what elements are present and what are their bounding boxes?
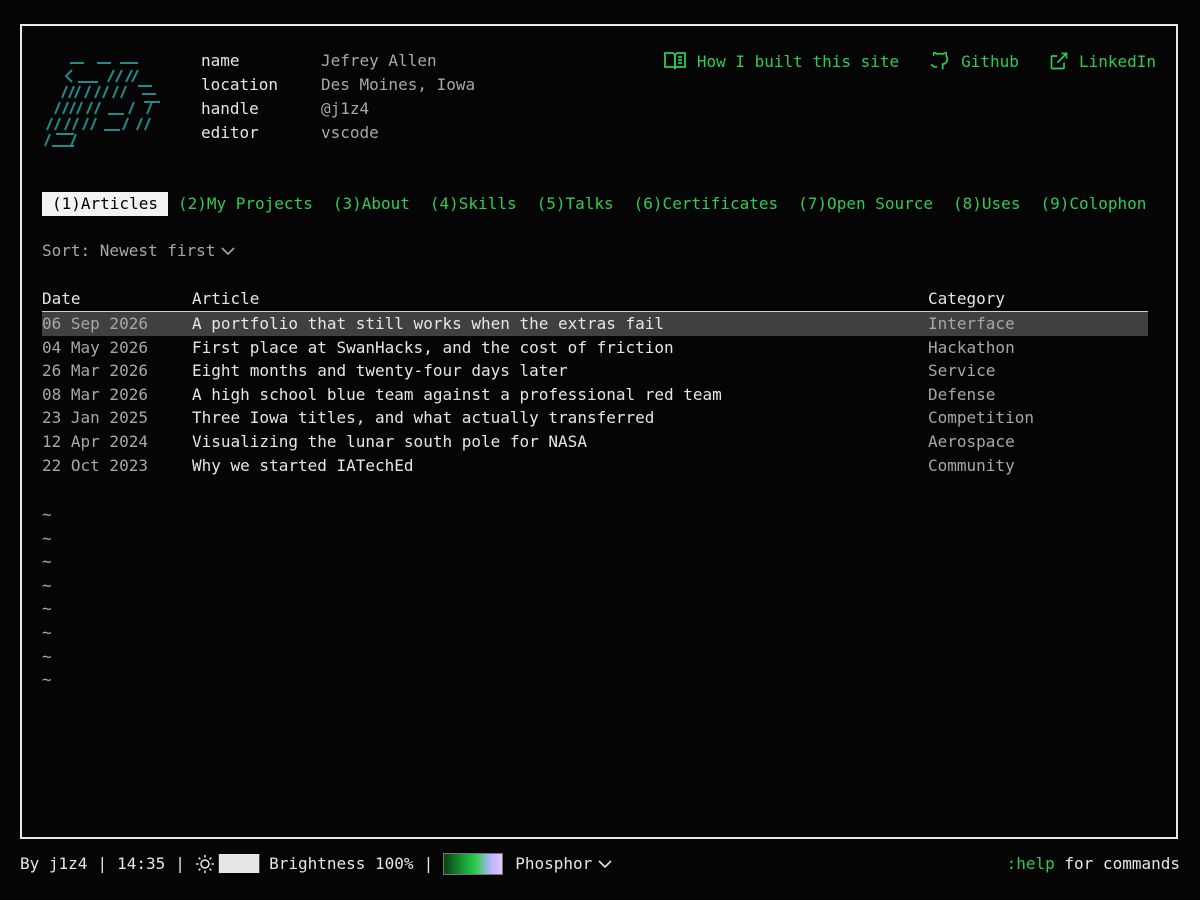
table-row[interactable]: 12 Apr 2024 Visualizing the lunar south … bbox=[42, 430, 1148, 454]
row-category: Defense bbox=[928, 384, 996, 404]
row-date: 06 Sep 2026 bbox=[42, 314, 148, 333]
table-row[interactable]: 26 Mar 2026 Eight months and twenty-four… bbox=[42, 359, 1148, 383]
separator: | bbox=[423, 854, 434, 873]
github-icon bbox=[930, 51, 949, 70]
profile-key: name bbox=[201, 51, 240, 70]
separator: | bbox=[175, 854, 185, 873]
brightness-label: Brightness 100% bbox=[269, 854, 414, 873]
brightness-control[interactable]: █████ Brightness 100% bbox=[195, 852, 414, 876]
tab-skills[interactable]: (4)Skills bbox=[420, 192, 527, 216]
row-article: Visualizing the lunar south pole for NAS… bbox=[192, 431, 587, 451]
chevron-down-icon bbox=[598, 860, 612, 869]
tab-about[interactable]: (3)About bbox=[323, 192, 420, 216]
brightness-bars: █████ bbox=[218, 854, 259, 873]
github-link[interactable]: Github bbox=[929, 50, 1019, 72]
tilde-line: ~ bbox=[42, 670, 52, 690]
empty-buffer-lines: ~ ~ ~ ~ ~ ~ ~ ~ bbox=[42, 503, 52, 692]
header-article[interactable]: Article bbox=[192, 287, 928, 311]
row-category: Competition bbox=[928, 408, 1034, 428]
row-category: Interface bbox=[928, 314, 1015, 333]
row-article: Why we started IATechEd bbox=[192, 455, 414, 475]
profile-row-editor: editor vscode bbox=[201, 121, 475, 145]
linkedin-link[interactable]: LinkedIn bbox=[1049, 51, 1156, 71]
row-article: A portfolio that still works when the ex… bbox=[192, 314, 665, 333]
profile-value: @j1z4 bbox=[321, 99, 370, 118]
tilde-line: ~ bbox=[42, 552, 52, 572]
help-hint: :help for commands bbox=[1007, 852, 1180, 876]
row-article: Eight months and twenty-four days later bbox=[192, 361, 568, 381]
table-row[interactable]: 08 Mar 2026 A high school blue team agai… bbox=[42, 383, 1148, 407]
row-category: Community bbox=[928, 455, 1015, 475]
tab-uses[interactable]: (8)Uses bbox=[943, 192, 1030, 216]
tilde-line: ~ bbox=[42, 528, 52, 548]
status-bar: By j1z4 | 14:35 | █████ Brightness 100% … bbox=[20, 852, 1180, 876]
tab-my-projects[interactable]: (2)My Projects bbox=[168, 192, 323, 216]
row-date: 26 Mar 2026 bbox=[42, 361, 148, 381]
link-label: LinkedIn bbox=[1078, 51, 1156, 71]
header-category[interactable]: Category bbox=[928, 287, 1148, 311]
theme-label: Phosphor bbox=[515, 854, 593, 873]
row-category: Aerospace bbox=[928, 431, 1015, 451]
profile-value: Des Moines, Iowa bbox=[321, 75, 476, 94]
row-article: First place at SwanHacks, and the cost o… bbox=[192, 337, 674, 357]
table-row[interactable]: 04 May 2026 First place at SwanHacks, an… bbox=[42, 336, 1148, 360]
header-date[interactable]: Date bbox=[42, 287, 192, 311]
help-command[interactable]: :help bbox=[1007, 854, 1055, 873]
separator: | bbox=[97, 854, 108, 873]
row-date: 22 Oct 2023 bbox=[42, 455, 148, 475]
tab-talks[interactable]: (5)Talks bbox=[527, 192, 624, 216]
profile-row-location: location Des Moines, Iowa bbox=[201, 73, 475, 97]
profile-row-handle: handle @j1z4 bbox=[201, 97, 475, 121]
header-links: How I built this site Github LinkedIn bbox=[663, 49, 1156, 73]
row-category: Service bbox=[928, 361, 996, 381]
profile-key: location bbox=[201, 75, 279, 94]
link-label: Github bbox=[961, 51, 1019, 71]
theme-swatch[interactable] bbox=[443, 853, 504, 875]
link-label: How I built this site bbox=[696, 51, 900, 71]
profile-info: name Jefrey Allen location Des Moines, I… bbox=[201, 49, 475, 145]
row-category: Hackathon bbox=[928, 337, 1015, 357]
sort-dropdown[interactable]: Sort: Newest first bbox=[42, 239, 235, 263]
tab-open-source[interactable]: (7)Open Source bbox=[788, 192, 943, 216]
book-open-icon bbox=[663, 52, 686, 70]
profile-value: Jefrey Allen bbox=[321, 51, 437, 70]
tilde-line: ~ bbox=[42, 622, 52, 642]
profile-key: handle bbox=[201, 99, 259, 118]
tilde-line: ~ bbox=[42, 599, 52, 619]
status-left: By j1z4 | 14:35 | █████ Brightness 100% … bbox=[20, 852, 612, 876]
chevron-down-icon bbox=[221, 247, 235, 256]
articles-table: Date Article Category 06 Sep 2026 A port… bbox=[42, 287, 1148, 477]
clock: 14:35 bbox=[117, 854, 166, 873]
row-article: A high school blue team against a profes… bbox=[192, 384, 722, 404]
row-date: 08 Mar 2026 bbox=[42, 384, 148, 404]
tab-colophon[interactable]: (9)Colophon bbox=[1030, 192, 1156, 216]
row-date: 04 May 2026 bbox=[42, 337, 148, 357]
table-header: Date Article Category bbox=[42, 287, 1148, 312]
table-row[interactable]: 06 Sep 2026 A portfolio that still works… bbox=[42, 312, 1148, 336]
tab-certificates[interactable]: (6)Certificates bbox=[624, 192, 789, 216]
sort-label: Sort: Newest first bbox=[42, 241, 216, 260]
author-label: By j1z4 bbox=[20, 854, 88, 873]
sun-icon bbox=[195, 855, 214, 873]
how-i-built-link[interactable]: How I built this site bbox=[663, 51, 899, 71]
row-article: Three Iowa titles, and what actually tra… bbox=[192, 408, 655, 428]
theme-dropdown[interactable]: Phosphor bbox=[515, 852, 612, 876]
profile-key: editor bbox=[201, 123, 259, 142]
tilde-line: ~ bbox=[42, 646, 52, 666]
external-link-icon bbox=[1050, 52, 1068, 70]
terminal-window: name Jefrey Allen location Des Moines, I… bbox=[20, 24, 1178, 839]
row-date: 12 Apr 2024 bbox=[42, 431, 148, 451]
ascii-logo bbox=[44, 62, 160, 147]
tilde-line: ~ bbox=[42, 505, 52, 524]
row-date: 23 Jan 2025 bbox=[42, 408, 148, 428]
tilde-line: ~ bbox=[42, 575, 52, 595]
tab-articles[interactable]: (1)Articles bbox=[42, 192, 168, 216]
help-text: for commands bbox=[1054, 854, 1180, 873]
table-row[interactable]: 22 Oct 2023 Why we started IATechEd Comm… bbox=[42, 454, 1148, 478]
table-row[interactable]: 23 Jan 2025 Three Iowa titles, and what … bbox=[42, 406, 1148, 430]
tab-bar: (1)Articles (2)My Projects (3)About (4)S… bbox=[42, 192, 1158, 216]
profile-row-name: name Jefrey Allen bbox=[201, 49, 475, 73]
profile-value: vscode bbox=[321, 123, 379, 142]
